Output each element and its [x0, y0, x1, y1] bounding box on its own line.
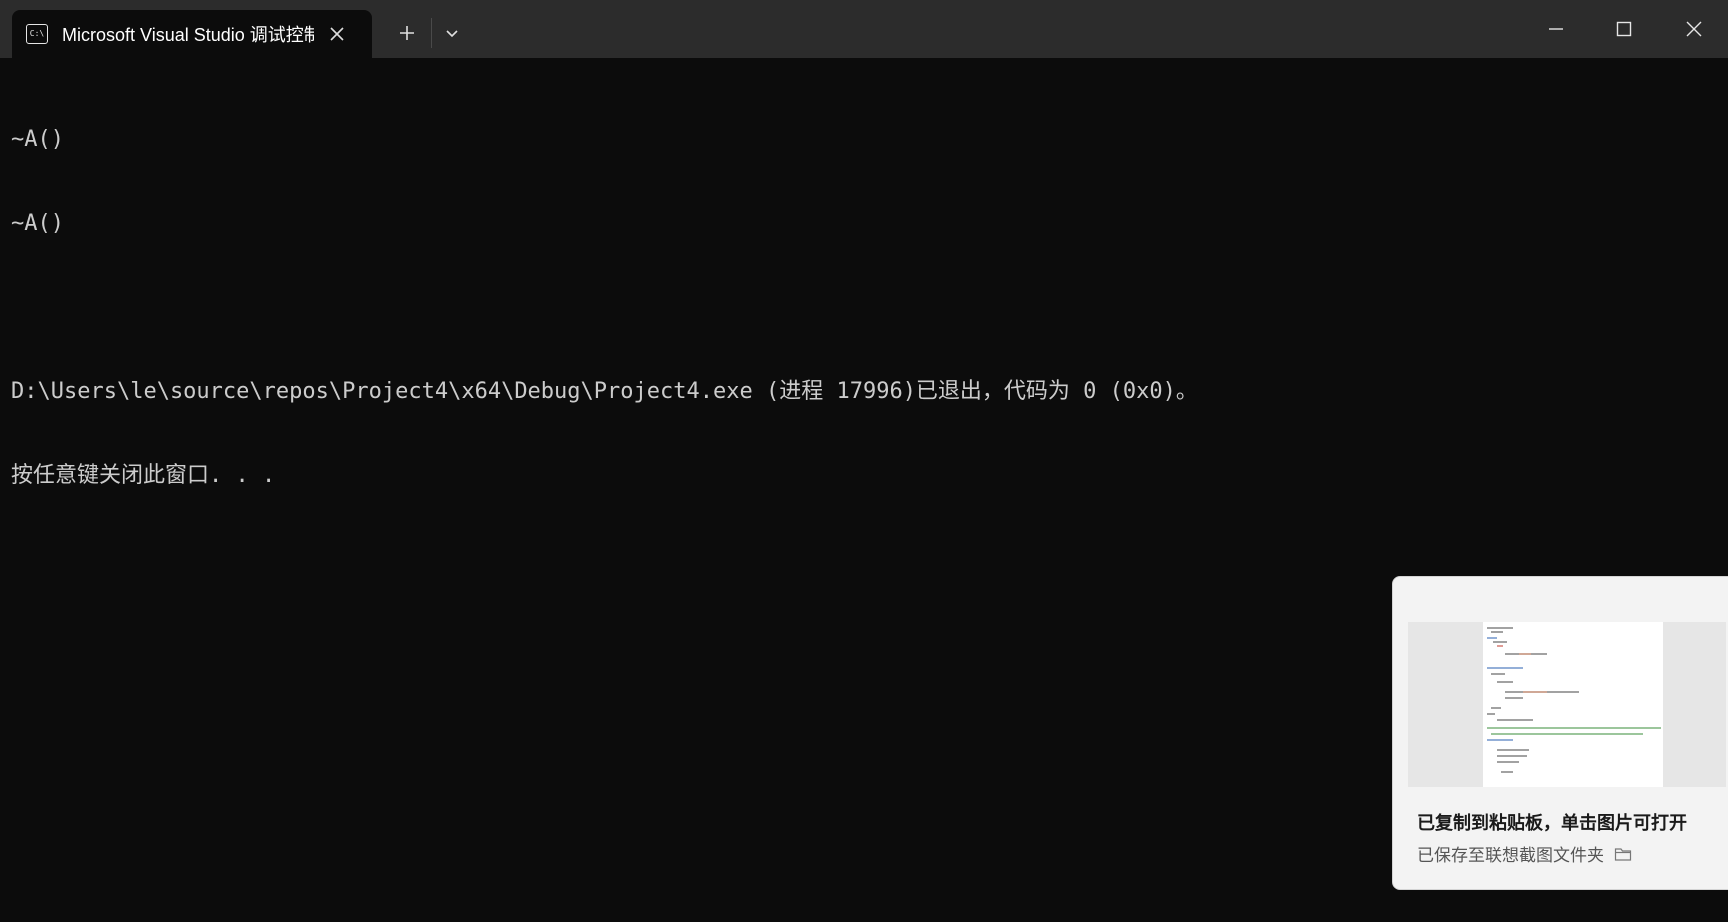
console-icon: C:\: [26, 24, 48, 44]
maximize-icon: [1616, 21, 1632, 37]
folder-icon[interactable]: [1614, 846, 1632, 862]
terminal-output[interactable]: ~A() ~A() D:\Users\le\source\repos\Proje…: [11, 70, 1711, 546]
minimize-icon: [1549, 28, 1563, 30]
chevron-down-icon[interactable]: [437, 18, 467, 48]
notification-subtitle: 已保存至联想截图文件夹: [1417, 841, 1632, 866]
close-window-button[interactable]: [1660, 0, 1728, 58]
terminal-window: C:\ Microsoft Visual Studio 调试控制台 ~A() ~…: [0, 0, 1728, 922]
title-bar: C:\ Microsoft Visual Studio 调试控制台: [0, 0, 1728, 58]
output-line: ~A(): [11, 211, 64, 236]
output-line: D:\Users\le\source\repos\Project4\x64\De…: [11, 379, 1198, 404]
tab-separator: [431, 18, 432, 48]
tab-title: Microsoft Visual Studio 调试控制台: [62, 25, 314, 45]
notification-title: 已复制到粘贴板，单击图片可打开: [1417, 813, 1687, 834]
screenshot-notification[interactable]: 已复制到粘贴板，单击图片可打开 已保存至联想截图文件夹: [1392, 576, 1728, 890]
tab-debug-console[interactable]: C:\ Microsoft Visual Studio 调试控制台: [12, 10, 372, 58]
close-icon: [1686, 21, 1702, 37]
new-tab-plus-icon[interactable]: [392, 18, 422, 48]
output-line: 按任意键关闭此窗口. . .: [11, 463, 276, 488]
maximize-button[interactable]: [1590, 0, 1658, 58]
thumbnail-image: [1483, 622, 1663, 787]
minimize-button[interactable]: [1522, 0, 1590, 58]
screenshot-thumbnail[interactable]: [1408, 622, 1726, 787]
notification-subtitle-text: 已保存至联想截图文件夹: [1417, 846, 1604, 866]
tab-close-icon[interactable]: [324, 21, 350, 47]
output-line: ~A(): [11, 127, 64, 152]
